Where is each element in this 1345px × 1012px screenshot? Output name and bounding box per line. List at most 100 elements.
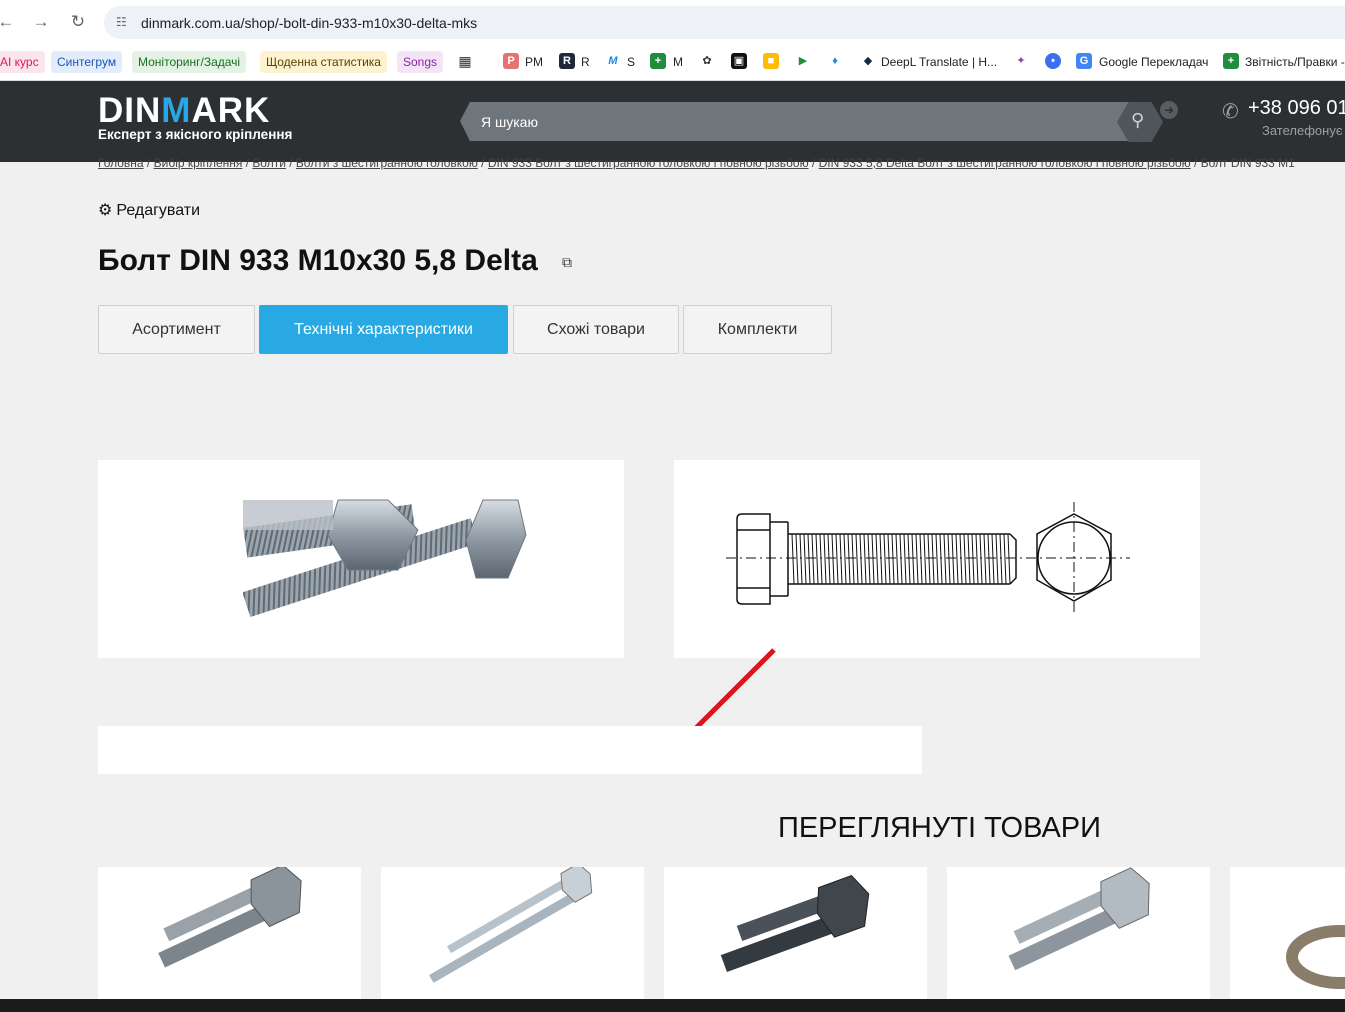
thread-line: [835, 533, 839, 585]
thread-line: [915, 533, 919, 585]
breadcrumb: Головна / Вибір кріплення / Болти / Болт…: [98, 156, 1295, 170]
thread-line: [847, 533, 851, 585]
bookmark-monitoring[interactable]: Моніторинг/Задачі: [132, 51, 247, 73]
breadcrumb-home[interactable]: Головна: [98, 156, 144, 170]
product-thumbnail: [1286, 925, 1345, 989]
r-app-icon: R: [559, 53, 575, 69]
m-app-icon: M: [608, 55, 618, 67]
thread-line: [931, 533, 935, 585]
product-title: Болт DIN 933 M10x30 5,8 Delta: [98, 244, 538, 277]
thread-line: [955, 533, 959, 585]
thread-line: [935, 533, 939, 585]
search-go-icon[interactable]: ➜: [1160, 101, 1178, 119]
thread-line: [963, 533, 967, 585]
site-logo[interactable]: DINMARK: [98, 91, 270, 131]
sheets-icon-2: +: [1223, 53, 1239, 69]
thread-line: [827, 533, 831, 585]
viewed-product-card[interactable]: [947, 867, 1210, 1007]
search-icon: ⚲: [1131, 110, 1145, 130]
thread-line: [887, 533, 891, 585]
browser-toolbar: ← → ↻ ☷ dinmark.com.ua/shop/-bolt-din-93…: [0, 0, 1345, 44]
thread-line: [799, 533, 803, 585]
bookmark-songs[interactable]: Songs: [397, 51, 444, 73]
viewed-product-card[interactable]: [98, 867, 361, 1007]
bookmark-ai-course[interactable]: AI курс: [0, 51, 45, 73]
phone-number[interactable]: +38 096 01: [1248, 97, 1345, 120]
breadcrumb-bolts[interactable]: Болти: [252, 156, 286, 170]
phone-icon: ✆: [1222, 101, 1239, 123]
tab-technical-specs[interactable]: Технічні характеристики: [259, 305, 508, 354]
thread-line: [983, 533, 987, 585]
user-gear-icon: ⚙: [98, 202, 113, 219]
thread-line: [991, 533, 995, 585]
search-input[interactable]: Я шукаю: [481, 114, 538, 130]
pm-icon: P: [503, 53, 519, 69]
thread-line: [891, 533, 895, 585]
callback-link[interactable]: Зателефонує: [1262, 123, 1342, 138]
thread-line: [959, 533, 963, 585]
thread-line: [947, 533, 951, 585]
thread-line: [815, 533, 819, 585]
thread-line: [863, 533, 867, 585]
bookmark-pm[interactable]: PM: [525, 51, 549, 73]
empty-content-block: [98, 726, 922, 774]
sparkle-icon[interactable]: ✦: [1013, 53, 1029, 69]
tab-assortment[interactable]: Асортимент: [98, 305, 255, 354]
breadcrumb-choose-fastener[interactable]: Вибір кріплення: [154, 156, 243, 170]
product-thumbnail: [158, 867, 302, 968]
thread-line: [803, 533, 807, 585]
thread-line: [899, 533, 903, 585]
thread-line: [851, 533, 855, 585]
viewed-product-card[interactable]: [1230, 867, 1345, 1007]
site-info-icon[interactable]: ☷: [116, 15, 130, 29]
bookmark-daily-stats[interactable]: Щоденна статистика: [260, 51, 387, 73]
sticky-icon[interactable]: ■: [763, 53, 779, 69]
url-text[interactable]: dinmark.com.ua/shop/-bolt-din-933-m10x30…: [141, 15, 477, 31]
forward-arrow-icon[interactable]: →: [31, 12, 51, 32]
thread-line: [871, 533, 875, 585]
thread-line: [855, 533, 859, 585]
product-thumbnail: [1008, 867, 1150, 971]
apps-grid-icon[interactable]: ▦: [457, 53, 473, 69]
thread-line: [907, 533, 911, 585]
bookmark-r[interactable]: R: [581, 51, 596, 73]
thread-line: [943, 533, 947, 585]
bookmark-google-translate[interactable]: Google Перекладач: [1099, 51, 1214, 73]
edit-link[interactable]: ⚙ Редагувати: [98, 200, 200, 220]
viewed-product-card[interactable]: [664, 867, 927, 1007]
breadcrumb-hex-bolts[interactable]: Болти з шестигранною головкою: [296, 156, 478, 170]
tab-kits[interactable]: Комплекти: [683, 305, 832, 354]
viewed-product-card[interactable]: [381, 867, 644, 1007]
bookmark-deepl[interactable]: DeepL Translate | H...: [881, 51, 1003, 73]
bookmark-s[interactable]: S: [627, 51, 641, 73]
product-thumbnail: [429, 867, 593, 983]
search-field[interactable]: Я шукаю: [460, 102, 1160, 141]
product-photo-card[interactable]: [98, 460, 624, 658]
chatgpt-icon[interactable]: ✿: [699, 53, 715, 69]
bookmark-reports[interactable]: Звітність/Правки -: [1245, 51, 1345, 73]
thread-line: [879, 533, 883, 585]
thread-line: [843, 533, 847, 585]
address-bar[interactable]: ☷ dinmark.com.ua/shop/-bolt-din-933-m10x…: [104, 6, 1345, 39]
tab-similar-products[interactable]: Схожі товари: [513, 305, 679, 354]
gemini-icon[interactable]: ♦: [827, 53, 843, 69]
thread-line: [979, 533, 983, 585]
thread-line: [1003, 533, 1007, 585]
bookmark-m[interactable]: M: [673, 51, 689, 73]
play-icon[interactable]: ▶: [795, 53, 811, 69]
grok-icon[interactable]: ▣: [731, 53, 747, 69]
product-thumbnail: [720, 875, 870, 973]
thread-line: [823, 533, 827, 585]
breadcrumb-din-933-delta[interactable]: DIN 933 5,8 Delta Болт з шестигранною го…: [819, 156, 1191, 170]
reload-icon[interactable]: ↻: [68, 12, 88, 32]
copy-icon[interactable]: ⧉: [562, 254, 576, 270]
google-translate-icon: G: [1076, 53, 1092, 69]
thread-line: [867, 533, 871, 585]
voice-icon[interactable]: •: [1045, 53, 1061, 69]
bookmark-syntegrum[interactable]: Синтегрум: [51, 51, 123, 73]
thread-line: [999, 533, 1003, 585]
breadcrumb-din-933[interactable]: DIN 933 Болт з шестигранною головкою і п…: [488, 156, 809, 170]
technical-drawing-card[interactable]: [674, 460, 1200, 658]
back-arrow-icon[interactable]: ←: [0, 12, 16, 32]
thread-line: [807, 533, 811, 585]
